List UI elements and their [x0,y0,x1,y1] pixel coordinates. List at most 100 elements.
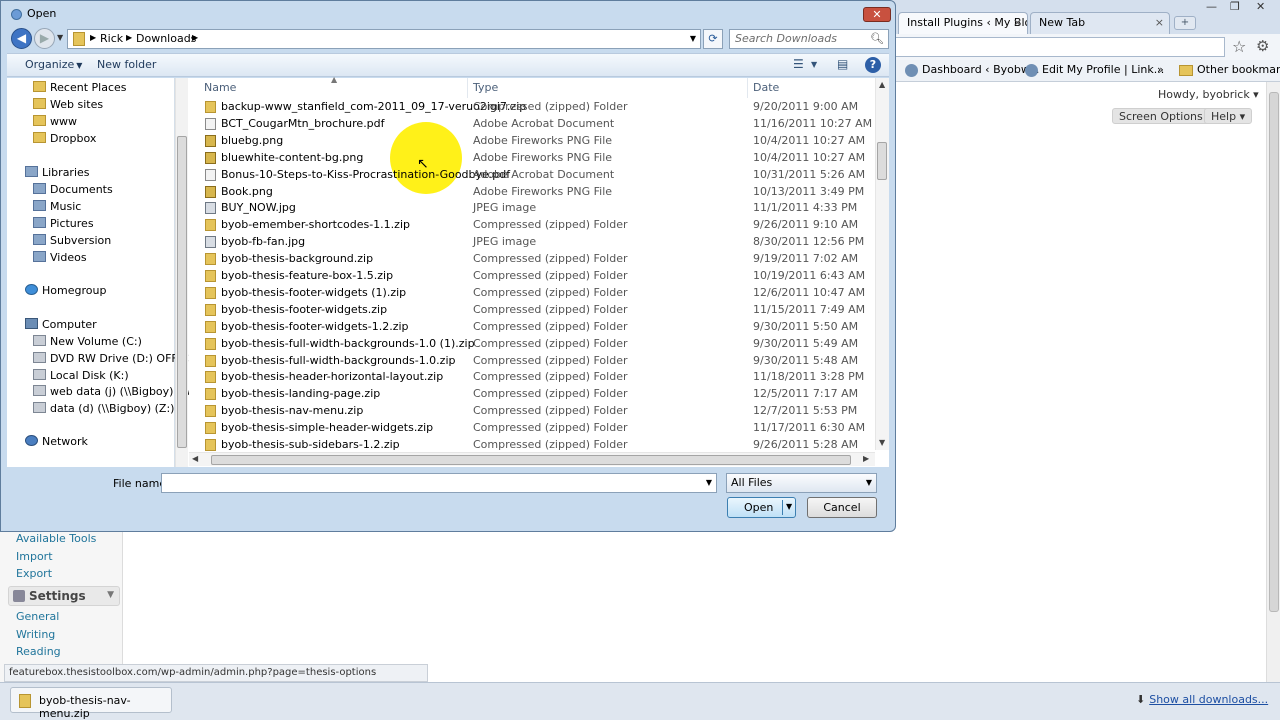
column-header-name[interactable]: Name [204,81,236,94]
howdy-user-menu[interactable]: Howdy, byobrick ▾ [1158,88,1259,101]
bookmark-other[interactable]: Other bookmarks [1179,63,1280,76]
address-history-dropdown-icon[interactable]: ▼ [690,34,696,43]
nav-item[interactable]: Subversion [33,234,111,247]
file-row[interactable]: byob-thesis-background.zip Compressed (zi… [201,251,869,268]
scroll-down-icon[interactable]: ▼ [879,438,885,447]
nav-item[interactable]: New Volume (C:) [33,335,142,348]
file-row[interactable]: byob-emember-shortcodes-1.1.zip Compresse… [201,217,869,234]
minimize-window-icon[interactable]: — [1206,0,1217,16]
file-row[interactable]: byob-thesis-header-horizontal-layout.zip… [201,369,869,386]
tab-new-tab[interactable]: New Tab × [1030,12,1170,34]
recent-locations-dropdown-icon[interactable]: ▼ [57,33,63,42]
address-bar[interactable] [895,37,1225,57]
search-icon[interactable]: 🔍︎ [870,32,884,45]
file-row[interactable]: Bonus-10-Steps-to-Kiss-Procrastination-G… [201,167,869,184]
file-row[interactable]: byob-thesis-landing-page.zip Compressed (… [201,386,869,403]
bookmark-edit-profile[interactable]: Edit My Profile | Link... [1025,63,1164,77]
menu-import[interactable]: Import [16,550,53,563]
breadcrumb-address-bar[interactable]: ▶ Rick ▶ Downloads ▶ ▼ [67,29,701,49]
column-divider[interactable] [467,78,468,98]
refresh-icon[interactable]: ⟳ [703,29,723,49]
scroll-thumb[interactable] [1269,92,1279,612]
nav-item[interactable]: Music [33,200,81,213]
file-row[interactable]: byob-thesis-full-width-backgrounds-1.0.z… [201,353,869,370]
nav-item[interactable]: Dropbox [33,132,96,145]
collapse-arrow-icon[interactable]: ▼ [107,590,114,600]
nav-item[interactable]: Local Disk (K:) [33,369,129,382]
close-dialog-button[interactable]: ✕ [863,7,891,22]
cancel-button[interactable]: Cancel [807,497,877,518]
tab-install-plugins[interactable]: Install Plugins ‹ My Blog × [898,12,1028,34]
file-row[interactable]: byob-thesis-simple-header-widgets.zip Com… [201,420,869,437]
file-row[interactable]: bluebg.png Adobe Fireworks PNG File 10/4/2… [201,133,869,150]
nav-item[interactable]: Documents [33,183,113,196]
file-name-dropdown-icon[interactable]: ▼ [706,478,712,487]
page-scrollbar[interactable] [1266,82,1280,682]
file-row[interactable]: byob-thesis-feature-box-1.5.zip Compresse… [201,268,869,285]
file-row[interactable]: backup-www_stanfield_com-2011_09_17-veru… [201,99,869,116]
column-divider[interactable] [747,78,748,98]
file-name-input[interactable]: ▼ [161,473,717,493]
bookmark-star-icon[interactable]: ☆ [1232,37,1246,56]
chevron-right-icon[interactable]: ▶ [126,33,132,42]
show-all-downloads-link[interactable]: ⬇ Show all downloads... [1136,693,1268,706]
nav-item[interactable]: www [33,115,77,128]
screen-options-button[interactable]: Screen Options ▾ [1112,108,1219,124]
scroll-thumb[interactable] [211,455,851,465]
chevron-right-icon[interactable]: ▶ [90,33,96,42]
help-button[interactable]: Help ▾ [1204,108,1253,124]
chevron-right-icon[interactable]: ▶ [192,33,198,42]
open-options-dropdown-icon[interactable]: ▼ [786,502,792,511]
file-row[interactable]: byob-thesis-nav-menu.zip Compressed (zipp… [201,403,869,420]
file-list-vertical-scrollbar[interactable]: ▲ ▼ [875,78,889,450]
nav-item[interactable]: Recent Places [33,81,127,94]
file-row[interactable]: byob-thesis-footer-widgets (1).zip Compre… [201,285,869,302]
organize-button[interactable]: Organize ▼ [25,58,82,71]
scroll-right-icon[interactable]: ▶ [863,454,869,463]
wrench-menu-icon[interactable]: ⚙ [1256,37,1269,55]
bookmark-dashboard[interactable]: Dashboard ‹ Byobw... [905,63,1039,77]
download-item[interactable]: byob-thesis-nav-menu.zip [10,687,172,720]
maximize-window-icon[interactable]: ❐ [1230,0,1240,16]
file-row[interactable]: BCT_CougarMtn_brochure.pdf Adobe Acrobat … [201,116,872,133]
bookmarks-overflow-icon[interactable]: » [1157,63,1164,76]
nav-item[interactable]: Pictures [33,217,94,230]
menu-export[interactable]: Export [16,567,52,580]
help-icon[interactable]: ? [865,57,881,73]
file-type-filter-select[interactable]: All Files ▼ [726,473,877,493]
scroll-up-icon[interactable]: ▲ [879,80,885,89]
view-dropdown-icon[interactable]: ▼ [811,60,817,69]
change-view-icon[interactable]: ☰ [793,57,804,71]
dialog-titlebar[interactable]: Open ✕ [1,1,895,27]
scroll-thumb[interactable] [877,142,887,180]
scroll-thumb[interactable] [177,136,187,448]
back-arrow-icon[interactable]: ◀ [11,28,32,49]
nav-item[interactable]: Videos [33,251,87,264]
file-row[interactable]: BUY_NOW.jpg JPEG image 11/1/2011 4:33 PM [201,200,869,217]
chevron-down-icon[interactable]: ▼ [866,478,872,487]
new-folder-button[interactable]: New folder [97,58,156,71]
close-tab-icon[interactable]: × [1155,16,1164,29]
navigation-pane-scrollbar[interactable] [175,78,188,467]
file-row[interactable]: byob-thesis-full-width-backgrounds-1.0 (… [201,336,869,353]
column-header-date[interactable]: Date [753,81,779,94]
menu-settings-heading[interactable]: Settings ▼ [8,586,120,606]
open-button[interactable]: Open ▼ [727,497,796,518]
menu-available-tools[interactable]: Available Tools [16,532,96,545]
nav-item[interactable]: Computer [25,318,97,331]
scroll-left-icon[interactable]: ◀ [192,454,198,463]
file-row[interactable]: byob-thesis-footer-widgets-1.2.zip Compre… [201,319,869,336]
menu-writing[interactable]: Writing [16,628,55,641]
file-row[interactable]: byob-thesis-footer-widgets.zip Compressed… [201,302,869,319]
nav-item[interactable]: Libraries [25,166,90,179]
forward-arrow-icon[interactable]: ▶ [34,28,55,49]
nav-item[interactable]: Network [25,435,88,448]
column-header-type[interactable]: Type [473,81,498,94]
nav-item[interactable]: data (d) (\\Bigboy) (Z:) [33,402,174,415]
menu-reading[interactable]: Reading [16,645,61,658]
file-row[interactable]: Book.png Adobe Fireworks PNG File 10/13/20… [201,184,869,201]
search-downloads-input[interactable]: Search Downloads 🔍︎ [729,29,889,49]
breadcrumb-rick[interactable]: Rick [100,32,123,45]
file-row[interactable]: bluewhite-content-bg.png Adobe Fireworks … [201,150,869,167]
new-tab-button[interactable]: + [1174,16,1196,30]
